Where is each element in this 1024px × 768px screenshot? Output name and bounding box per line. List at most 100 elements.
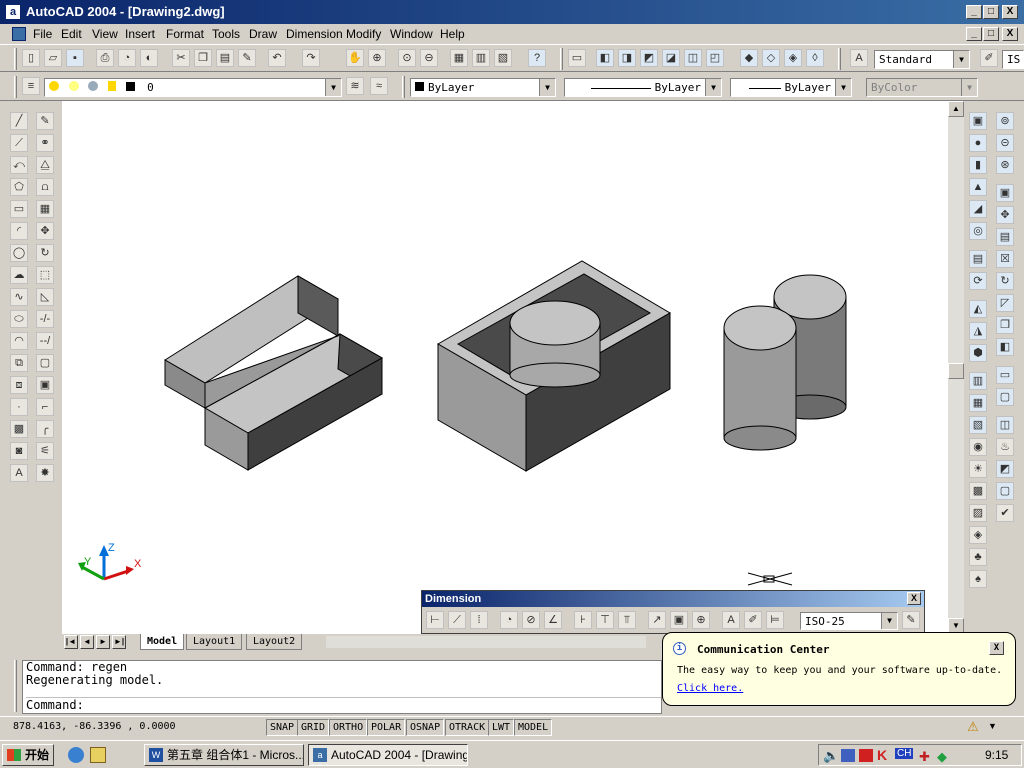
drawing-canvas[interactable]: Z X Y [62, 101, 948, 634]
explode-icon[interactable]: ✸ [36, 464, 54, 482]
materials-icon[interactable]: ◈ [969, 526, 987, 544]
construction-line-icon[interactable]: ⟋ [10, 134, 28, 152]
imprint-icon[interactable]: ◫ [996, 416, 1014, 434]
status-menu-arrow-icon[interactable]: ▼ [988, 721, 997, 731]
color-faces-icon[interactable]: ◧ [996, 338, 1014, 356]
chevron-down-icon[interactable]: ▼ [539, 79, 555, 96]
tray-app-icon[interactable]: ◆ [937, 749, 947, 765]
copy-object-icon[interactable]: ⚭ [36, 134, 54, 152]
network-icon[interactable] [841, 749, 855, 762]
snap-toggle[interactable]: SNAP [266, 719, 299, 736]
tab-prev-button[interactable]: ◄ [80, 635, 94, 649]
command-window[interactable]: Command: regen Regenerating model. Comma… [22, 660, 662, 714]
shell-icon[interactable]: ▢ [996, 482, 1014, 500]
ellipse-arc-icon[interactable]: ◠ [10, 332, 28, 350]
insert-block-icon[interactable]: ⧉ [10, 354, 28, 372]
close-button[interactable]: X [1002, 5, 1018, 19]
chevron-down-icon[interactable]: ▼ [881, 613, 897, 629]
text-style-icon[interactable]: A [850, 49, 868, 67]
doc-restore-button[interactable]: □ [983, 27, 999, 41]
chevron-down-icon[interactable]: ▼ [961, 79, 977, 96]
make-object-layer-current-icon[interactable]: ≋ [346, 77, 364, 95]
properties-icon[interactable]: ▦ [450, 49, 468, 67]
toolbar-grip[interactable] [402, 76, 405, 98]
cylinder-icon[interactable]: ▮ [969, 156, 987, 174]
zoom-realtime-icon[interactable]: ⊕ [368, 49, 386, 67]
dimension-style-icon[interactable]: ✎ [902, 611, 920, 629]
front-view-icon[interactable]: ◫ [684, 49, 702, 67]
array-icon[interactable]: ▦ [36, 200, 54, 218]
sphere-icon[interactable]: ● [969, 134, 987, 152]
right-view-icon[interactable]: ◪ [662, 49, 680, 67]
communication-center-icon[interactable]: ⚠ [964, 719, 982, 736]
toolbar-grip[interactable] [14, 48, 17, 70]
setup-drawing-icon[interactable]: ▥ [969, 372, 987, 390]
osnap-toggle[interactable]: OSNAP [406, 719, 445, 736]
draworder-icon[interactable]: ⚟ [36, 442, 54, 460]
menu-tools[interactable]: Tools [212, 27, 240, 41]
doc-minimize-button[interactable]: _ [966, 27, 982, 41]
diameter-dimension-icon[interactable]: ⊘ [522, 611, 540, 629]
plot-preview-icon[interactable]: ◔ [118, 49, 136, 67]
render-icon[interactable]: ▨ [969, 504, 987, 522]
box-icon[interactable]: ▣ [969, 112, 987, 130]
doc-close-button[interactable]: X [1002, 27, 1018, 41]
baseline-dimension-icon[interactable]: ⊤ [596, 611, 614, 629]
tab-next-button[interactable]: ► [96, 635, 110, 649]
document-icon[interactable] [12, 27, 26, 41]
taskbar-item-autocad[interactable]: a AutoCAD 2004 - [Drawing... [308, 744, 468, 766]
command-prompt[interactable]: Command: [26, 697, 661, 712]
rotate-icon[interactable]: ↻ [36, 244, 54, 262]
rotate-faces-icon[interactable]: ↻ [996, 272, 1014, 290]
camera-icon[interactable]: ◉ [969, 438, 987, 456]
stretch-icon[interactable]: ◺ [36, 288, 54, 306]
text-style-select[interactable]: Standard ▼ [874, 50, 970, 69]
top-view-icon[interactable]: ◧ [596, 49, 614, 67]
balloon-link[interactable]: Click here. [677, 683, 743, 694]
color-select[interactable]: ByLayer ▼ [410, 78, 556, 97]
se-iso-view-icon[interactable]: ◇ [762, 49, 780, 67]
copy-icon[interactable]: ❐ [194, 49, 212, 67]
model-toggle[interactable]: MODEL [514, 719, 553, 736]
chevron-down-icon[interactable]: ▼ [953, 51, 969, 68]
ortho-toggle[interactable]: ORTHO [329, 719, 368, 736]
zoom-window-icon[interactable]: ⊙ [398, 49, 416, 67]
nw-iso-view-icon[interactable]: ◊ [806, 49, 824, 67]
bottom-view-icon[interactable]: ◨ [618, 49, 636, 67]
ordinate-dimension-icon[interactable]: ⁞ [470, 611, 488, 629]
paste-icon[interactable]: ▤ [216, 49, 234, 67]
print-icon[interactable]: ⎙ [96, 49, 114, 67]
new-icon[interactable]: ▯ [22, 49, 40, 67]
save-icon[interactable]: ▪ [66, 49, 84, 67]
hollow-box-with-cylinder[interactable] [437, 260, 671, 472]
hatch-icon[interactable]: ▩ [10, 420, 28, 438]
plotstyle-select[interactable]: ByColor ▼ [866, 78, 978, 97]
subtract-icon[interactable]: ⊝ [996, 134, 1014, 152]
scenes-icon[interactable]: ▩ [969, 482, 987, 500]
offset-icon[interactable]: ⩍ [36, 178, 54, 196]
polar-toggle[interactable]: POLAR [367, 719, 406, 736]
dim-style-icon[interactable]: ✐ [980, 49, 998, 67]
ellipse-icon[interactable]: ⬭ [10, 310, 28, 328]
menu-window[interactable]: Window [390, 27, 433, 41]
chamfer-icon[interactable]: ⌐ [36, 398, 54, 416]
pan-icon[interactable]: ✋ [346, 49, 364, 67]
extend-icon[interactable]: --/ [36, 332, 54, 350]
cone-icon[interactable]: ▲ [969, 178, 987, 196]
stepped-block[interactable] [164, 275, 384, 471]
tab-model[interactable]: Model [140, 634, 185, 650]
union-icon[interactable]: ⊚ [996, 112, 1014, 130]
point-icon[interactable]: · [10, 398, 28, 416]
chevron-down-icon[interactable]: ▼ [325, 79, 341, 96]
line-icon[interactable]: ╱ [10, 112, 28, 130]
chevron-down-icon[interactable]: ▼ [835, 79, 851, 96]
slice-icon[interactable]: ◭ [969, 300, 987, 318]
chevron-down-icon[interactable]: ▼ [705, 79, 721, 96]
setup-view-icon[interactable]: ▦ [969, 394, 987, 412]
landscape-edit-icon[interactable]: ♠ [969, 570, 987, 588]
minimize-button[interactable]: _ [966, 5, 982, 19]
menu-file[interactable]: File [33, 27, 52, 41]
two-cylinders[interactable] [723, 274, 847, 451]
copy-edges-icon[interactable]: ▭ [996, 366, 1014, 384]
menu-insert[interactable]: Insert [125, 27, 155, 41]
